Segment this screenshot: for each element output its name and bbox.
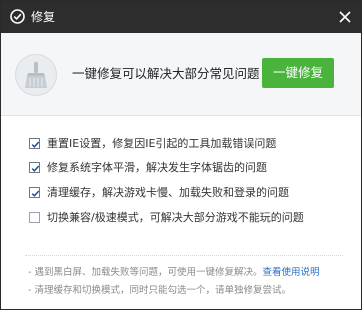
app-logo-icon [10,9,25,24]
option-clear-cache[interactable]: 清理缓存，解决游戏卡慢、加载失败和登录的问题 [29,184,289,200]
checkbox-font-smoothing[interactable] [29,161,40,173]
note-line-1: - 遇到黑白屏、加载失败等问题，可使用一键修复解决。查看使用说明 [28,264,319,278]
checkbox-switch-mode[interactable] [29,211,40,223]
note-line-2: - 清理缓存和切换模式，同时只能勾选一个，请单独修复尝试。 [28,285,291,296]
divider [25,255,343,256]
window-title: 修复 [31,10,56,24]
option-label-clear-cache: 清理缓存，解决游戏卡慢、加载失败和登录的问题 [47,186,289,199]
option-label-font-smoothing: 修复系统字体平滑，解决发生字体锯齿的问题 [47,161,267,174]
close-icon[interactable] [335,7,355,27]
usage-guide-link[interactable]: 查看使用说明 [262,267,319,278]
one-click-repair-button[interactable]: 一键修复 [262,58,334,88]
checkbox-reset-ie[interactable] [29,137,40,149]
option-reset-ie[interactable]: 重置IE设置，修复因IE引起的工具加载错误问题 [29,135,276,151]
checkbox-clear-cache[interactable] [29,186,40,198]
repair-dialog: 修复 一键修复可以解决大部分常见问题 一键修复 重置IE设置，修复因IE引起的工… [0,0,362,310]
repair-headline: 一键修复可以解决大部分常见问题 [72,66,260,81]
option-label-reset-ie: 重置IE设置，修复因IE引起的工具加载错误问题 [47,137,277,150]
title-bar[interactable]: 修复 [1,1,361,33]
option-switch-mode[interactable]: 切换兼容/极速模式，可解决大部分游戏不能玩的问题 [29,209,304,225]
broom-icon [15,54,57,96]
option-font-smoothing[interactable]: 修复系统字体平滑，解决发生字体锯齿的问题 [29,159,267,175]
option-label-switch-mode: 切换兼容/极速模式，可解决大部分游戏不能玩的问题 [47,211,304,224]
note-text-1: - 遇到黑白屏、加载失败等问题，可使用一键修复解决。 [28,267,263,278]
